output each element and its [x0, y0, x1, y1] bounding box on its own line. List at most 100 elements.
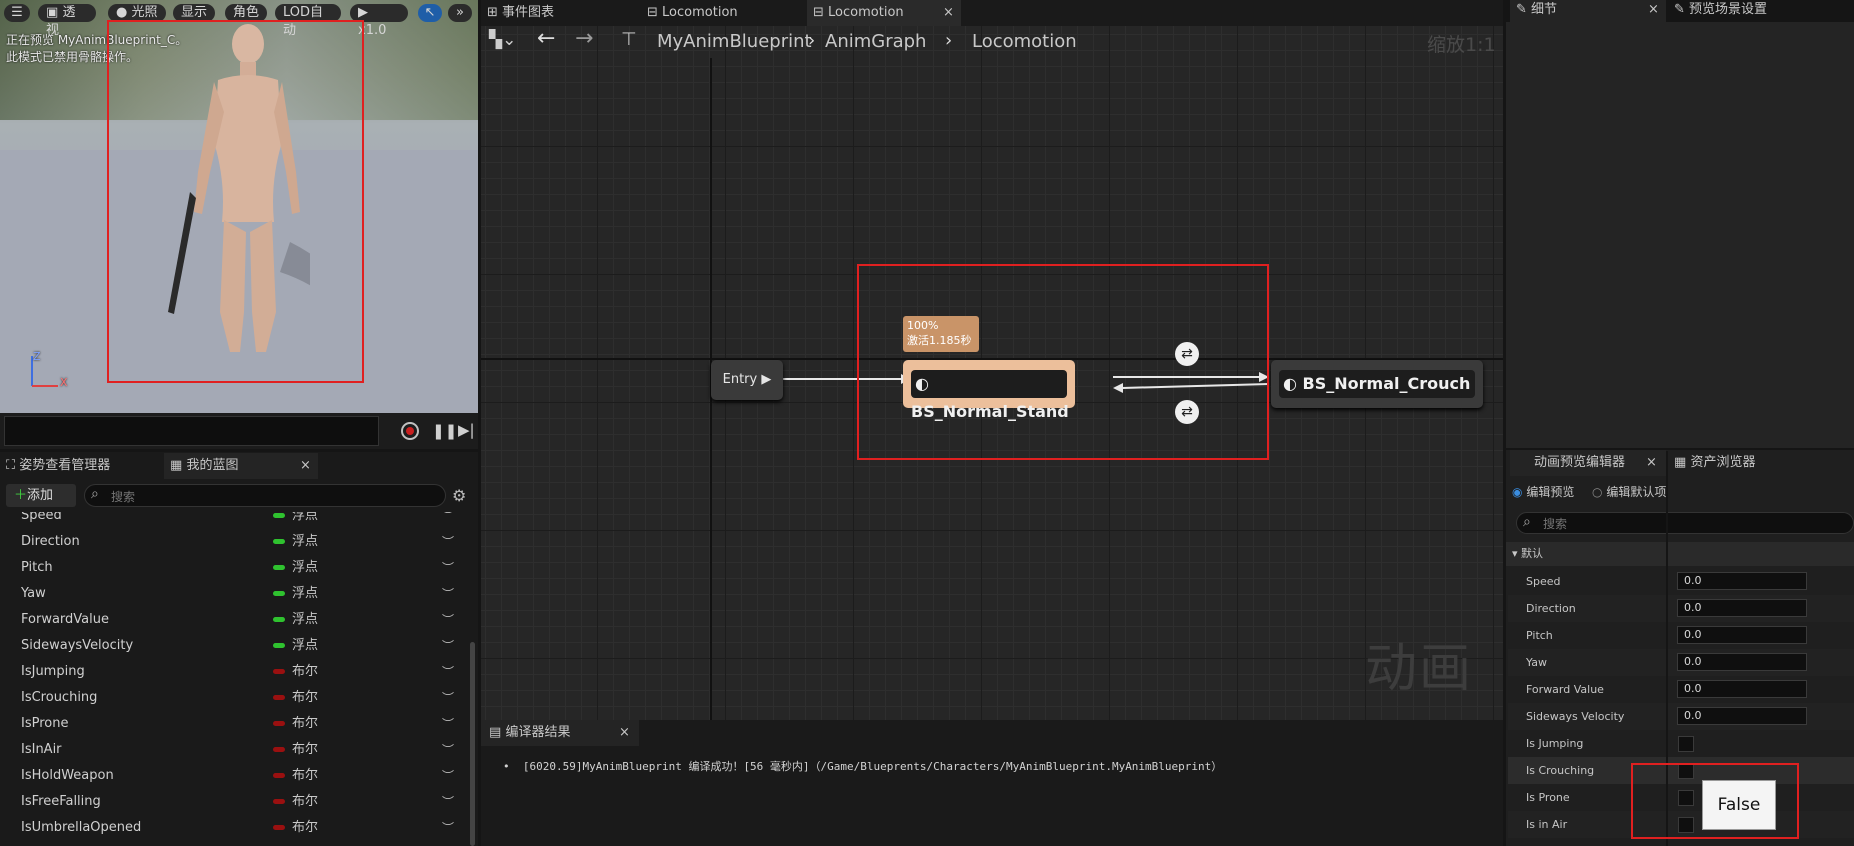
- radio-edit-preview[interactable]: ◉ 编辑预览: [1512, 483, 1574, 500]
- select-mode-button[interactable]: ↖: [418, 4, 442, 22]
- tab-locomotion-1[interactable]: ⊟ Locomotion: [647, 0, 738, 26]
- perspective-button[interactable]: ▣ 透视: [38, 4, 96, 38]
- pause-button[interactable]: ❚❚: [432, 422, 457, 440]
- exec-pin-icon: ▶: [761, 372, 772, 387]
- close-icon[interactable]: ×: [943, 0, 954, 26]
- close-icon[interactable]: ×: [300, 453, 311, 479]
- variable-type: 浮点: [292, 638, 319, 653]
- tab-event-graph[interactable]: ⊞ 事件图表: [487, 0, 554, 26]
- variable-name: IsFreeFalling: [21, 794, 101, 809]
- eye-icon[interactable]: ︶: [442, 685, 454, 711]
- radio-edit-defaults[interactable]: ○ 编辑默认项: [1592, 483, 1666, 500]
- play-icon: ▶: [358, 5, 368, 20]
- variable-row[interactable]: IsProne 布尔 ︶: [0, 711, 470, 737]
- graph-icon: ⊞: [487, 5, 498, 20]
- eye-icon[interactable]: ︶: [442, 529, 454, 555]
- eye-icon[interactable]: ︶: [442, 737, 454, 763]
- section-default[interactable]: ▾ 默认: [1506, 542, 1854, 566]
- record-button[interactable]: [401, 422, 419, 440]
- property-label: Is in Air: [1526, 818, 1568, 831]
- settings-gear-icon[interactable]: ⚙: [452, 486, 466, 505]
- eye-icon[interactable]: ︶: [442, 815, 454, 841]
- variable-type-pin-icon: [273, 539, 285, 544]
- eye-icon[interactable]: ︶: [442, 633, 454, 659]
- state-node-crouch[interactable]: ◐ BS_Normal_Crouch: [1271, 360, 1483, 408]
- timeline-scrubber[interactable]: [4, 416, 379, 446]
- variable-row[interactable]: Direction 浮点 ︶: [0, 529, 470, 555]
- property-value-field[interactable]: 0.0: [1677, 572, 1807, 590]
- variable-row[interactable]: IsUmbrellaOpened 布尔 ︶: [0, 815, 470, 841]
- variable-name: IsInAir: [21, 742, 62, 757]
- variable-name: ForwardValue: [21, 612, 109, 627]
- property-label: Speed: [1526, 575, 1561, 588]
- eye-icon[interactable]: ︶: [442, 581, 454, 607]
- tab-details[interactable]: ✎ 细节 ×: [1510, 0, 1666, 23]
- search-input[interactable]: [109, 487, 433, 506]
- tab-locomotion-2[interactable]: ⊟ Locomotion ×: [807, 0, 961, 26]
- property-value-field[interactable]: 0.0: [1677, 707, 1807, 725]
- tab-my-blueprint[interactable]: ▦ 我的蓝图 ×: [164, 453, 318, 479]
- eye-icon[interactable]: ︶: [442, 607, 454, 633]
- highlight-transition: [857, 264, 1269, 460]
- variable-name: Direction: [21, 534, 80, 549]
- eye-icon[interactable]: ︶: [442, 555, 454, 581]
- property-label: Pitch: [1526, 629, 1553, 642]
- variable-row[interactable]: IsHoldWeapon 布尔 ︶: [0, 763, 470, 789]
- property-value-field[interactable]: 0.0: [1677, 626, 1807, 644]
- tab-asset-browser[interactable]: ▦ 资产浏览器: [1674, 450, 1755, 476]
- eye-icon[interactable]: ︶: [442, 512, 454, 529]
- state-name: BS_Normal_Crouch: [1302, 374, 1471, 393]
- variable-row[interactable]: SidewaysVelocity 浮点 ︶: [0, 633, 470, 659]
- search-icon: ⌕: [91, 486, 99, 502]
- tab-compiler-results[interactable]: ▤ 编译器结果 ×: [481, 720, 639, 746]
- property-label: Is Prone: [1526, 791, 1570, 804]
- variable-type: 布尔: [292, 742, 319, 757]
- add-button[interactable]: ＋添加: [6, 484, 76, 507]
- variable-type: 浮点: [292, 612, 319, 627]
- variable-type: 布尔: [292, 794, 319, 809]
- tab-anim-preview-editor[interactable]: 动画预览编辑器 ×: [1510, 450, 1666, 476]
- pose-watch-icon: ⛶: [6, 458, 16, 473]
- close-icon[interactable]: ×: [619, 720, 630, 746]
- variable-type-pin-icon: [273, 695, 285, 700]
- property-checkbox[interactable]: [1678, 736, 1694, 752]
- eye-icon[interactable]: ︶: [442, 659, 454, 685]
- variable-row[interactable]: IsJumping 布尔 ︶: [0, 659, 470, 685]
- highlight-character: [107, 20, 364, 383]
- variable-row[interactable]: IsCrouching 布尔 ︶: [0, 685, 470, 711]
- tab-pose-watch-manager[interactable]: ⛶ 姿势查看管理器: [6, 453, 110, 479]
- variable-search[interactable]: ⌕: [84, 484, 446, 507]
- variable-name: IsJumping: [21, 664, 85, 679]
- property-value-field[interactable]: 0.0: [1677, 599, 1807, 617]
- property-row: Forward Value 0.0: [1508, 676, 1854, 703]
- more-options-button[interactable]: »: [448, 4, 472, 22]
- variable-row[interactable]: Yaw 浮点 ︶: [0, 581, 470, 607]
- variable-row[interactable]: Pitch 浮点 ︶: [0, 555, 470, 581]
- property-search[interactable]: ⌕: [1516, 512, 1854, 534]
- step-forward-button[interactable]: ▶|: [458, 421, 475, 439]
- tab-label: 资产浏览器: [1690, 455, 1756, 470]
- variable-row[interactable]: IsInAir 布尔 ︶: [0, 737, 470, 763]
- close-icon[interactable]: ×: [1648, 0, 1659, 23]
- eye-icon[interactable]: ︶: [442, 711, 454, 737]
- variable-row[interactable]: ForwardValue 浮点 ︶: [0, 607, 470, 633]
- variable-type-pin-icon: [273, 721, 285, 726]
- property-value-field[interactable]: 0.0: [1677, 680, 1807, 698]
- scrollbar[interactable]: [470, 642, 475, 846]
- variable-type: 布尔: [292, 768, 319, 783]
- entry-node[interactable]: Entry ▶: [711, 360, 783, 400]
- variable-row[interactable]: Speed 浮点 ︶: [0, 512, 470, 529]
- property-value-field[interactable]: 0.0: [1677, 653, 1807, 671]
- eye-icon[interactable]: ︶: [442, 763, 454, 789]
- editor-tab-bar: ⊞ 事件图表 ⊟ Locomotion ⊟ Locomotion ×: [481, 0, 1503, 26]
- section-label: 默认: [1521, 547, 1544, 560]
- close-icon[interactable]: ×: [1646, 450, 1657, 476]
- search-input[interactable]: [1541, 515, 1845, 533]
- variable-name: IsUmbrellaOpened: [21, 820, 142, 835]
- variable-row[interactable]: IsFreeFalling 布尔 ︶: [0, 789, 470, 815]
- state-machine-graph[interactable]: ▚⌄ ← → ⊤ MyAnimBlueprint › AnimGraph › L…: [481, 26, 1503, 720]
- preview-viewport[interactable]: ☰ ▣ 透视 ● 光照 显示 角色 LOD自动 ▶ x1.0 ↖ » 正在预览 …: [0, 0, 478, 413]
- viewport-menu-button[interactable]: ☰: [4, 4, 30, 22]
- tab-preview-scene-settings[interactable]: ✎ 预览场景设置: [1674, 0, 1767, 23]
- eye-icon[interactable]: ︶: [442, 789, 454, 815]
